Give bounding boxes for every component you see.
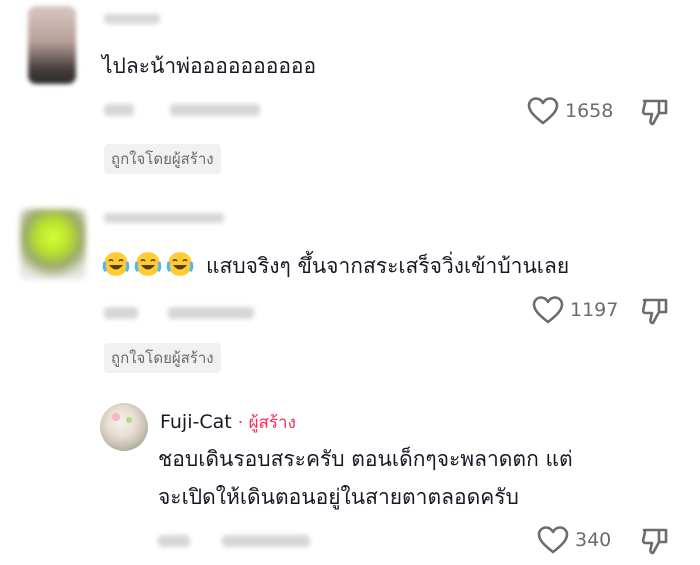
timestamp-redacted xyxy=(104,307,138,319)
creator-reply: Fuji-Cat · ผู้สร้าง ชอบเดินรอบสระครับ ตอ… xyxy=(0,395,700,565)
creator-avatar[interactable] xyxy=(100,403,148,451)
thumbs-down-icon xyxy=(641,528,668,555)
face-with-tears-of-joy-icon xyxy=(166,252,194,276)
avatar[interactable] xyxy=(28,6,76,84)
username-redacted[interactable] xyxy=(104,213,224,223)
heart-icon xyxy=(537,526,569,554)
thumbs-down-icon xyxy=(641,99,668,126)
heart-icon xyxy=(527,97,559,125)
like-count: 340 xyxy=(575,529,612,551)
thumbs-down-icon xyxy=(641,298,668,325)
like-button[interactable]: 1197 xyxy=(532,295,618,325)
like-count: 1658 xyxy=(565,100,614,122)
timestamp-redacted xyxy=(158,535,190,547)
creator-badge: · ผู้สร้าง xyxy=(237,413,296,433)
face-with-tears-of-joy-icon xyxy=(102,252,130,276)
timestamp-redacted xyxy=(104,104,134,116)
comment-text-body: แสบจริงๆ ขึ้นจากสระเสร็จวิ่งเข้าบ้านเลย xyxy=(206,254,570,278)
face-with-tears-of-joy-icon xyxy=(134,252,162,276)
dislike-button[interactable] xyxy=(640,526,670,560)
liked-by-creator-badge: ถูกใจโดยผู้สร้าง xyxy=(104,144,221,174)
liked-by-creator-badge: ถูกใจโดยผู้สร้าง xyxy=(104,343,221,373)
comment-text: ไปละน้าพ่ออออออออออ xyxy=(102,54,317,78)
reply-link-redacted[interactable] xyxy=(168,307,254,319)
comment-1: ไปละน้าพ่ออออออออออ 1658 ถูกใจโดยผู้สร้า… xyxy=(0,0,700,180)
reply-text-line-1: ชอบเดินรอบสระครับ ตอนเด็กๆจะพลาดตก แต่ xyxy=(158,447,573,471)
avatar[interactable] xyxy=(20,209,86,279)
like-button[interactable]: 340 xyxy=(537,525,611,555)
comment-text: แสบจริงๆ ขึ้นจากสระเสร็จวิ่งเข้าบ้านเลย xyxy=(102,248,569,284)
username-redacted[interactable] xyxy=(104,14,160,24)
like-button[interactable]: 1658 xyxy=(527,96,613,126)
creator-username[interactable]: Fuji-Cat xyxy=(160,411,232,433)
dislike-button[interactable] xyxy=(640,97,670,131)
reply-link-redacted[interactable] xyxy=(222,535,310,547)
dislike-button[interactable] xyxy=(640,296,670,330)
comment-2: แสบจริงๆ ขึ้นจากสระเสร็จวิ่งเข้าบ้านเลย … xyxy=(0,195,700,375)
reply-text-line-2: จะเปิดให้เดินตอนอยู่ในสายตาตลอดครับ xyxy=(158,485,519,509)
heart-icon xyxy=(532,296,564,324)
creator-name-line: Fuji-Cat · ผู้สร้าง xyxy=(160,409,296,436)
reply-link-redacted[interactable] xyxy=(170,104,260,116)
like-count: 1197 xyxy=(570,299,619,321)
